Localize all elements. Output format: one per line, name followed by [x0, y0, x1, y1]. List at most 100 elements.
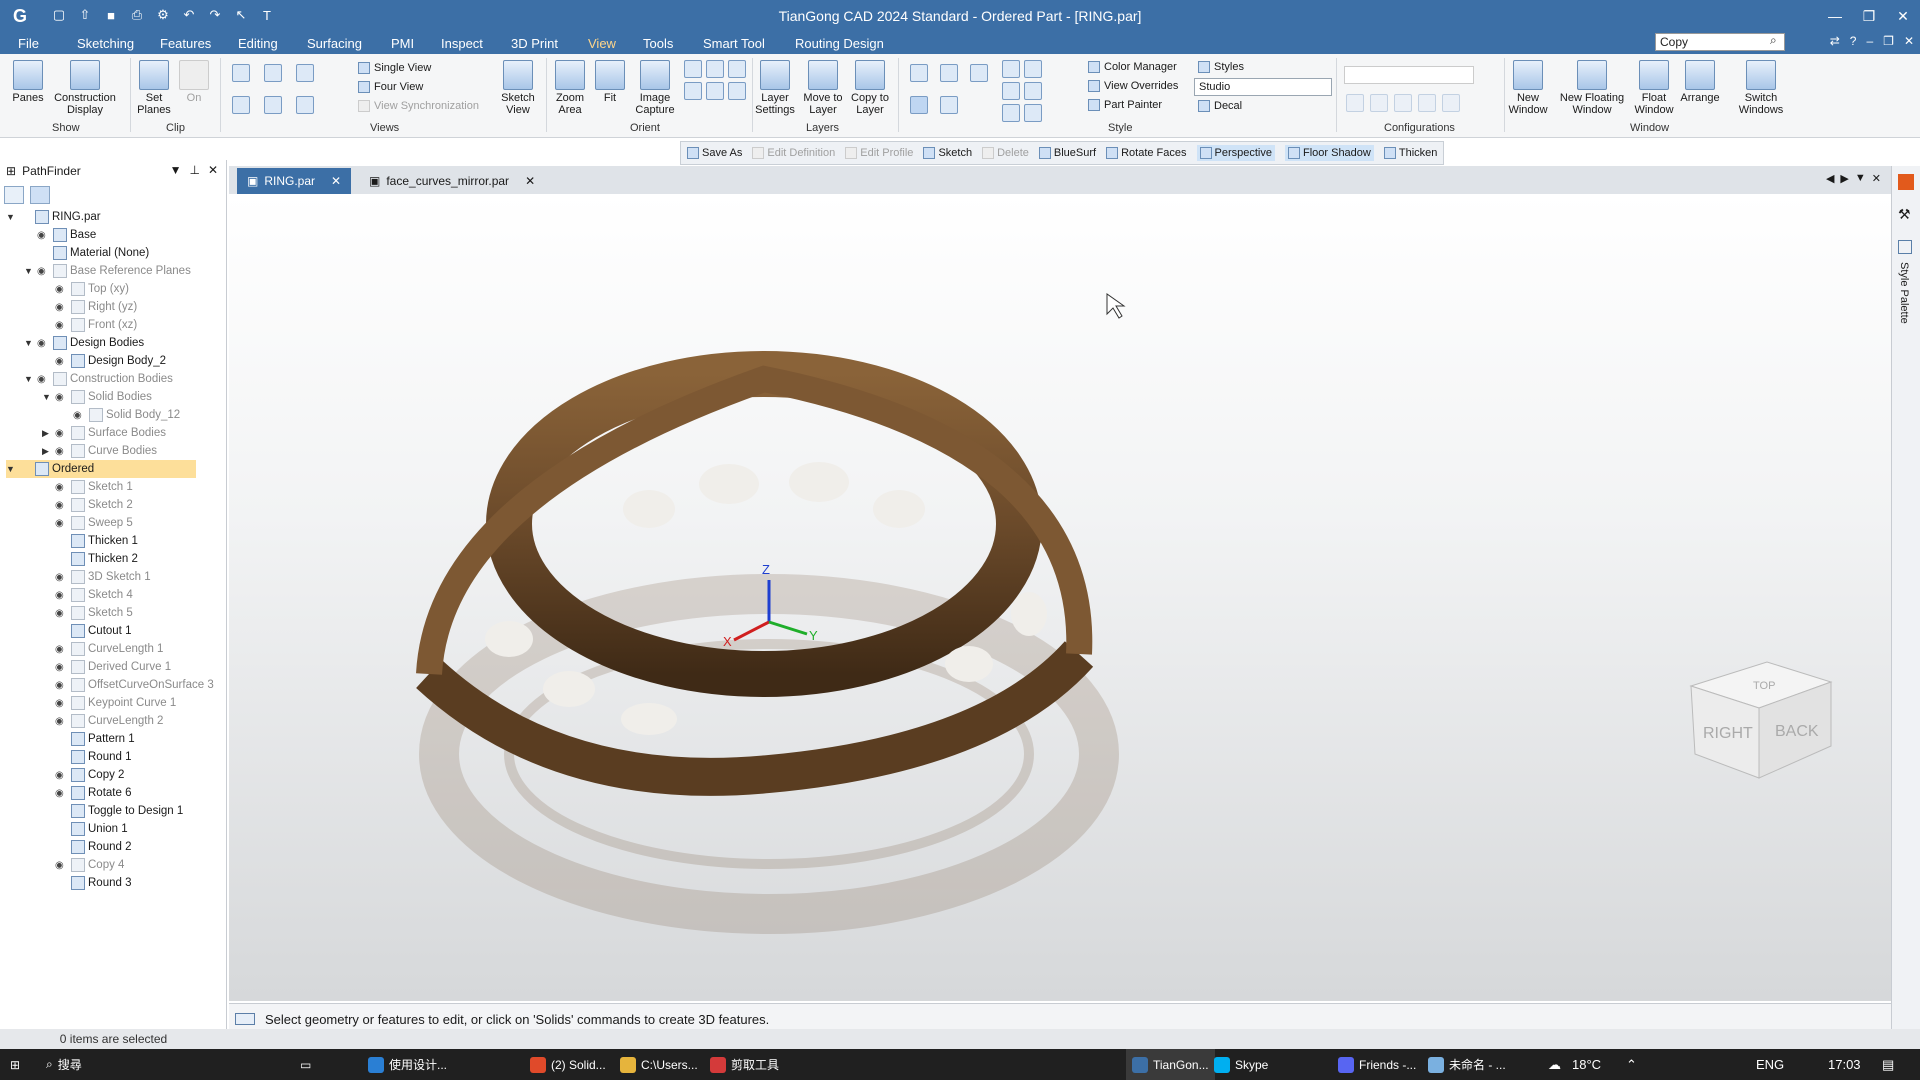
- view-icon[interactable]: [728, 82, 746, 100]
- start-icon[interactable]: ⊞: [10, 1049, 20, 1080]
- tree-node[interactable]: Cutout 1: [42, 622, 131, 640]
- doc-minimize-icon[interactable]: –: [1866, 34, 1873, 48]
- tray-chevron-icon[interactable]: ⌃: [1626, 1057, 1637, 1073]
- fit-button[interactable]: Fit: [594, 60, 626, 104]
- menu-tools[interactable]: Tools: [643, 36, 673, 51]
- layer-settings-button[interactable]: Layer Settings: [752, 60, 798, 116]
- tree-node[interactable]: ◉ OffsetCurveOnSurface 3: [42, 676, 214, 694]
- tree-node[interactable]: Union 1: [42, 820, 128, 838]
- visibility-eye-icon[interactable]: ◉: [55, 860, 68, 871]
- menu-sketching[interactable]: Sketching: [77, 36, 134, 51]
- visibility-eye-icon[interactable]: ◉: [55, 644, 68, 655]
- visibility-eye-icon[interactable]: ◉: [55, 302, 68, 313]
- help-icon[interactable]: ?: [1850, 34, 1857, 48]
- set-planes-button[interactable]: Set Planes: [134, 60, 174, 116]
- rotate-view-icon[interactable]: [728, 60, 746, 78]
- expand-toggle-icon[interactable]: ▼: [24, 374, 34, 384]
- taskbar-search[interactable]: ⌕ 搜尋: [46, 1049, 82, 1080]
- tab-next-icon[interactable]: ▶: [1840, 172, 1848, 185]
- command-search-input[interactable]: Copy: [1655, 33, 1785, 51]
- visibility-eye-icon[interactable]: ◉: [55, 590, 68, 601]
- tree-node[interactable]: ◉ Copy 4: [42, 856, 124, 874]
- config-icon[interactable]: [1394, 94, 1412, 112]
- zoom-icon[interactable]: [684, 60, 702, 78]
- tree-node[interactable]: Toggle to Design 1: [42, 802, 183, 820]
- edit-profile-command[interactable]: Edit Profile: [845, 147, 913, 159]
- expand-toggle-icon[interactable]: ▶: [42, 446, 52, 457]
- render-mode-icon[interactable]: [970, 64, 988, 82]
- menu-editing[interactable]: Editing: [238, 36, 278, 51]
- view-tool-icon[interactable]: [232, 96, 250, 114]
- display-icon[interactable]: [1002, 82, 1020, 100]
- tree-node[interactable]: ▼ ◉ Design Bodies: [24, 334, 144, 352]
- tree-node[interactable]: ◉ Copy 2: [42, 766, 124, 784]
- tree-node[interactable]: ▶ ◉ Surface Bodies: [42, 424, 166, 442]
- thicken-command[interactable]: Thicken: [1383, 147, 1437, 159]
- expand-toggle-icon[interactable]: ▼: [24, 266, 34, 276]
- perspective-toggle[interactable]: Perspective: [1196, 145, 1275, 161]
- delete-command[interactable]: Delete: [982, 147, 1029, 159]
- config-icon[interactable]: [1370, 94, 1388, 112]
- menu-view[interactable]: View: [588, 36, 616, 51]
- config-icon[interactable]: [1346, 94, 1364, 112]
- tree-node[interactable]: ◉ Sketch 4: [42, 586, 133, 604]
- menu-surfacing[interactable]: Surfacing: [307, 36, 362, 51]
- pathfinder-tab[interactable]: [30, 186, 50, 204]
- tree-node[interactable]: ◉ Solid Body_12: [60, 406, 180, 424]
- menu-routing-design[interactable]: Routing Design: [795, 36, 884, 51]
- search-icon[interactable]: ⌕: [1770, 33, 1777, 48]
- view-tool-icon[interactable]: [296, 64, 314, 82]
- tree-node[interactable]: ◉ Rotate 6: [42, 784, 131, 802]
- weather-icon[interactable]: ☁: [1548, 1057, 1561, 1073]
- visibility-eye-icon[interactable]: ◉: [55, 662, 68, 673]
- tree-node[interactable]: ◉ Base: [24, 226, 96, 244]
- new-floating-window-button[interactable]: New Floating Window: [1552, 60, 1632, 116]
- display-icon[interactable]: [1002, 104, 1020, 122]
- taskbar-app[interactable]: Skype: [1214, 1049, 1268, 1080]
- panel-close-icon[interactable]: ✕: [208, 163, 218, 177]
- doc-close-icon[interactable]: ✕: [1904, 34, 1914, 48]
- menu-features[interactable]: Features: [160, 36, 211, 51]
- image-capture-button[interactable]: Image Capture: [630, 60, 680, 116]
- arrange-button[interactable]: Arrange: [1678, 60, 1722, 104]
- expand-toggle-icon[interactable]: ▶: [42, 428, 52, 439]
- floor-shadow-toggle[interactable]: Floor Shadow: [1284, 145, 1374, 161]
- tree-node[interactable]: Round 2: [42, 838, 131, 856]
- configuration-dropdown[interactable]: [1344, 66, 1474, 84]
- expand-toggle-icon[interactable]: ▼: [6, 464, 16, 474]
- copy-to-layer-button[interactable]: Copy to Layer: [848, 60, 892, 116]
- view-icon[interactable]: [684, 82, 702, 100]
- move-to-layer-button[interactable]: Move to Layer: [800, 60, 846, 116]
- styles-button[interactable]: Styles: [1198, 61, 1244, 73]
- hammer-icon[interactable]: ⚒: [1898, 206, 1911, 223]
- panel-menu-icon[interactable]: ▼: [170, 163, 182, 177]
- visibility-eye-icon[interactable]: ◉: [55, 608, 68, 619]
- tree-node[interactable]: Thicken 1: [42, 532, 138, 550]
- taskbar-app[interactable]: 剪取工具: [710, 1049, 779, 1080]
- expand-toggle-icon[interactable]: ▼: [24, 338, 34, 348]
- style-dropdown[interactable]: Studio: [1194, 78, 1332, 96]
- menu-pmi[interactable]: PMI: [391, 36, 414, 51]
- sketch-command[interactable]: Sketch: [923, 147, 972, 159]
- tab-ring-par[interactable]: ▣ RING.par ✕: [237, 168, 352, 194]
- visibility-eye-icon[interactable]: ◉: [55, 572, 68, 583]
- visibility-eye-icon[interactable]: ◉: [55, 680, 68, 691]
- tab-close-icon[interactable]: ✕: [525, 174, 535, 188]
- visibility-eye-icon[interactable]: ◉: [55, 500, 68, 511]
- tabs-close-icon[interactable]: ✕: [1872, 172, 1881, 185]
- pathfinder-tab[interactable]: [4, 186, 24, 204]
- tree-node[interactable]: ◉ Sketch 1: [42, 478, 133, 496]
- view-overrides-button[interactable]: View Overrides: [1088, 80, 1178, 92]
- config-icon[interactable]: [1418, 94, 1436, 112]
- visibility-eye-icon[interactable]: ◉: [55, 698, 68, 709]
- style-palette-icon[interactable]: [1898, 240, 1912, 254]
- display-icon[interactable]: [1002, 60, 1020, 78]
- style-palette-label[interactable]: Style Palette: [1898, 262, 1910, 324]
- tree-node[interactable]: Material (None): [24, 244, 149, 262]
- display-icon[interactable]: [1024, 82, 1042, 100]
- tab-face-curves-mirror[interactable]: ▣ face_curves_mirror.par ✕: [359, 168, 545, 194]
- weather-temp[interactable]: 18°C: [1572, 1057, 1601, 1072]
- view-cube[interactable]: TOP RIGHT BACK: [1689, 661, 1833, 779]
- tree-node[interactable]: ◉ Design Body_2: [42, 352, 166, 370]
- visibility-eye-icon[interactable]: ◉: [55, 716, 68, 727]
